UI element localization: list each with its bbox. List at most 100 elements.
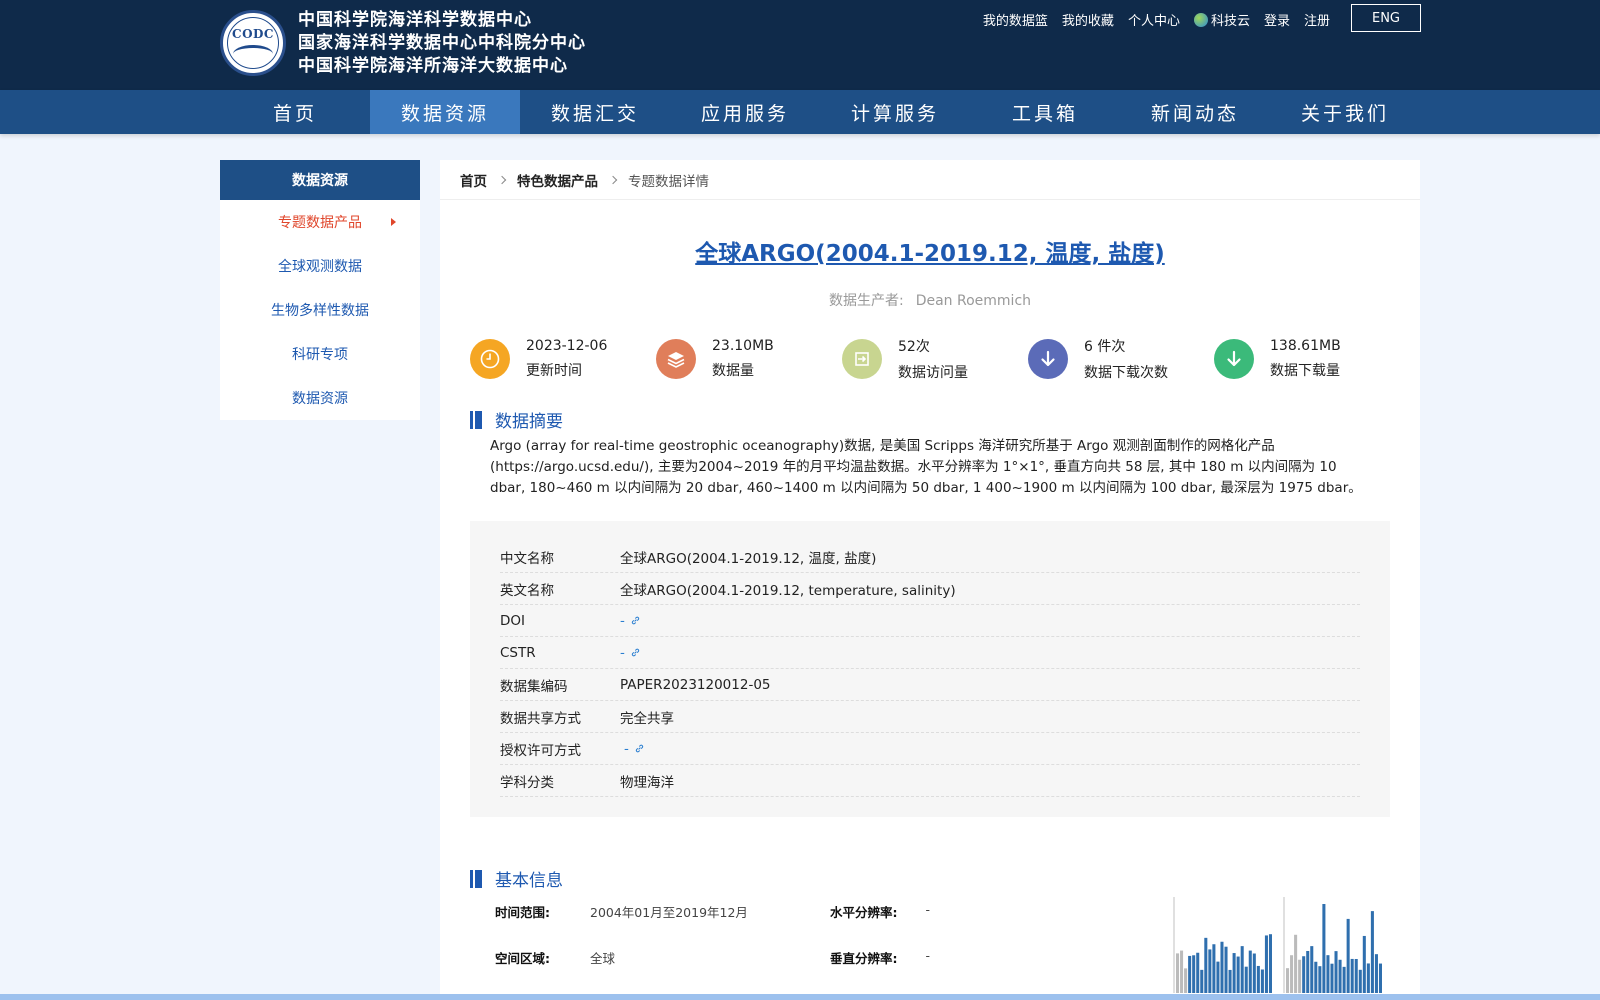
stat-label: 数据量 — [712, 363, 754, 379]
license-link[interactable]: - — [624, 741, 645, 757]
stat-value: 52次 — [898, 339, 930, 355]
dataset-title[interactable]: 全球ARGO(2004.1-2019.12, 温度, 盐度) — [695, 241, 1165, 267]
my-favorites-link[interactable]: 我的收藏 — [1062, 10, 1114, 29]
link-icon — [631, 648, 640, 657]
meta-row-sharing: 数据共享方式 完全共享 — [500, 701, 1360, 733]
site-logo[interactable]: CODC 中国科学院海洋科学数据中心 国家海洋科学数据中心中科院分中心 中国科学… — [220, 10, 586, 76]
sidebar: 数据资源 专题数据产品 全球观测数据 生物多样性数据 科研专项 数据资源 — [220, 160, 420, 420]
dataset-title-wrap: 全球ARGO(2004.1-2019.12, 温度, 盐度) — [440, 234, 1420, 268]
thumbnail-bar — [1196, 952, 1200, 993]
nav-news[interactable]: 新闻动态 — [1120, 90, 1270, 134]
basic-horizontal-res: 水平分辨率: - — [830, 902, 931, 920]
stat-data-volume: 23.10MB 数据量 — [656, 336, 842, 382]
dataset-thumbnail-image[interactable] — [1170, 895, 1390, 995]
thumbnail-bar — [1264, 935, 1268, 993]
sidebar-title: 数据资源 — [220, 160, 420, 200]
dataset-stats: 2023-12-06 更新时间 23.10MB 数据量 52次 数据访问量 6 件次数… — [470, 336, 1400, 382]
thumbnail-bar — [1370, 911, 1374, 993]
breadcrumb-home[interactable]: 首页 — [460, 170, 487, 190]
thumbnail-bar — [1192, 955, 1196, 993]
thumbnail-bar — [1224, 946, 1228, 993]
thumbnail-bar — [1362, 935, 1366, 993]
metadata-table: 中文名称 全球ARGO(2004.1-2019.12, 温度, 盐度) 英文名称… — [470, 521, 1390, 817]
thumbnail-bar — [1318, 966, 1322, 993]
logo-line-3: 中国科学院海洋所海洋大数据中心 — [298, 56, 568, 76]
thumbnail-bar — [1302, 956, 1306, 993]
stat-label: 数据访问量 — [898, 365, 968, 381]
thumbnail-bar — [1232, 953, 1236, 993]
meta-row-license: 授权许可方式 - — [500, 733, 1360, 765]
stat-download-count: 6 件次 数据下载次数 — [1028, 336, 1214, 382]
my-data-basket-link[interactable]: 我的数据篮 — [983, 10, 1048, 29]
download-icon — [1214, 339, 1254, 379]
top-links: 我的数据篮 我的收藏 个人中心 科技云 登录 注册 — [983, 10, 1330, 29]
sidebar-item-data-resources[interactable]: 数据资源 — [220, 376, 420, 420]
thumbnail-bar — [1286, 968, 1290, 993]
doi-link[interactable]: - — [620, 613, 641, 629]
globe-icon — [1193, 13, 1208, 27]
dataset-producer: 数据生产者: Dean Roemmich — [440, 290, 1420, 310]
thumbnail-bar — [1358, 969, 1362, 993]
thumbnail-bar — [1236, 956, 1240, 993]
thumbnail-bar — [1248, 950, 1252, 993]
nav-compute-services[interactable]: 计算服务 — [820, 90, 970, 134]
page-bottom-bar — [0, 994, 1600, 1000]
thumbnail-bar — [1240, 946, 1244, 993]
caret-right-icon — [391, 218, 396, 226]
clock-icon — [470, 339, 510, 379]
cstr-link[interactable]: - — [620, 645, 641, 661]
site-header: CODC 中国科学院海洋科学数据中心 国家海洋科学数据中心中科院分中心 中国科学… — [0, 0, 1600, 90]
stat-label: 数据下载量 — [1270, 363, 1340, 379]
download-icon — [1028, 339, 1068, 379]
breadcrumb-featured-products[interactable]: 特色数据产品 — [517, 170, 598, 190]
sidebar-item-thematic-products[interactable]: 专题数据产品 — [220, 200, 420, 244]
sidebar-item-global-observation[interactable]: 全球观测数据 — [220, 244, 420, 288]
meta-row-en-name: 英文名称 全球ARGO(2004.1-2019.12, temperature,… — [500, 573, 1360, 605]
cstcloud-link[interactable]: 科技云 — [1193, 10, 1250, 29]
meta-row-discipline: 学科分类 物理海洋 — [500, 765, 1360, 797]
sidebar-item-research-projects[interactable]: 科研专项 — [220, 332, 420, 376]
thumbnail-bar — [1216, 961, 1220, 993]
thumbnail-bar — [1228, 969, 1232, 993]
thumbnail-bar — [1314, 961, 1318, 993]
language-english-button[interactable]: ENG — [1351, 4, 1421, 32]
sidebar-item-biodiversity[interactable]: 生物多样性数据 — [220, 288, 420, 332]
nav-data-resources[interactable]: 数据资源 — [370, 90, 520, 134]
section-marker-icon — [470, 869, 482, 888]
section-marker-icon — [470, 410, 482, 429]
chevron-right-icon — [608, 175, 618, 184]
meta-row-dataset-code: 数据集编码 PAPER2023120012-05 — [500, 669, 1360, 701]
main-content: 首页 特色数据产品 专题数据详情 全球ARGO(2004.1-2019.12, … — [440, 160, 1420, 1000]
logo-line-2: 国家海洋科学数据中心中科院分中心 — [298, 33, 586, 53]
thumbnail-bar — [1256, 965, 1260, 993]
thumbnail-bar — [1298, 959, 1302, 993]
meta-row-cn-name: 中文名称 全球ARGO(2004.1-2019.12, 温度, 盐度) — [500, 541, 1360, 573]
meta-row-doi: DOI - — [500, 605, 1360, 637]
stat-value: 2023-12-06 — [526, 338, 608, 354]
stat-value: 6 件次 — [1084, 339, 1126, 355]
personal-center-link[interactable]: 个人中心 — [1128, 10, 1180, 29]
thumbnail-bar — [1220, 941, 1224, 993]
nav-app-services[interactable]: 应用服务 — [670, 90, 820, 134]
thumbnail-bar — [1200, 969, 1204, 993]
register-link[interactable]: 注册 — [1304, 10, 1330, 29]
thumbnail-bar — [1354, 958, 1358, 993]
codc-seal-logo: CODC — [220, 10, 286, 76]
nav-data-submission[interactable]: 数据汇交 — [520, 90, 670, 134]
nav-about[interactable]: 关于我们 — [1270, 90, 1420, 134]
thumbnail-bar — [1346, 918, 1350, 993]
nav-home[interactable]: 首页 — [220, 90, 370, 134]
basic-time-range: 时间范围: 2004年01月至2019年12月 — [495, 905, 748, 920]
producer-label: 数据生产者: — [828, 293, 904, 309]
nav-toolbox[interactable]: 工具箱 — [970, 90, 1120, 134]
thumbnail-bar — [1260, 969, 1264, 993]
main-nav: 首页 数据资源 数据汇交 应用服务 计算服务 工具箱 新闻动态 关于我们 — [0, 90, 1600, 134]
abstract-text: Argo (array for real-time geostrophic oc… — [490, 438, 1362, 496]
login-link[interactable]: 登录 — [1264, 10, 1290, 29]
thumbnail-bar — [1338, 959, 1342, 993]
link-icon — [631, 616, 640, 625]
thumbnail-bar — [1334, 951, 1338, 993]
stat-download-volume: 138.61MB 数据下载量 — [1214, 336, 1400, 382]
thumbnail-bar — [1326, 955, 1330, 993]
basic-info-section-title: 基本信息 — [470, 866, 563, 891]
